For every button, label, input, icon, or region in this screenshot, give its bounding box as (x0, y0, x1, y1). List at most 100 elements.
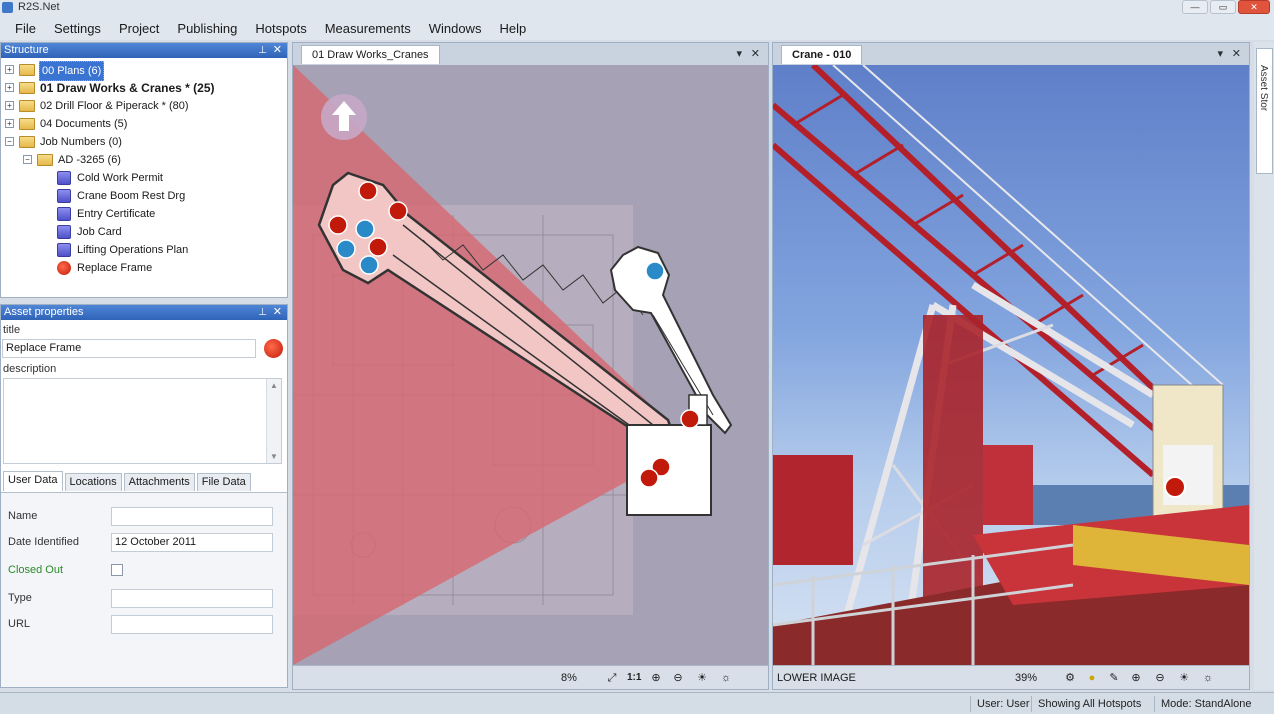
description-input[interactable]: ▲ ▼ (3, 378, 282, 464)
document-icon (57, 171, 71, 185)
tab-attachments[interactable]: Attachments (123, 473, 195, 491)
maximize-button[interactable]: ▭ (1210, 0, 1236, 14)
tree-item[interactable]: + 01 Draw Works & Cranes * (25) (1, 79, 287, 97)
zoom-in-icon[interactable]: ⊕ (1129, 672, 1143, 684)
brightness-up-icon[interactable]: ☀ (1177, 672, 1191, 684)
window-controls: — ▭ ✕ (1182, 0, 1270, 14)
tree-item-label: 02 Drill Floor & Piperack * (80) (40, 100, 189, 112)
expand-icon[interactable]: + (5, 101, 14, 110)
asset-properties-title: Asset properties (4, 306, 84, 318)
menu-help[interactable]: Help (490, 21, 535, 36)
status-mode: Mode: StandAlone (1154, 696, 1252, 712)
menu-project[interactable]: Project (110, 21, 168, 36)
properties-tabs: User Data Locations Attachments File Dat… (3, 471, 253, 491)
fit-icon[interactable]: ⤢ (605, 672, 619, 684)
tree-item[interactable]: + 00 Plans (6) (1, 61, 287, 81)
tab-user-data[interactable]: User Data (3, 471, 63, 491)
type-input[interactable] (111, 589, 273, 608)
date-identified-input[interactable]: 12 October 2011 (111, 533, 273, 552)
hotspot-icon[interactable] (264, 339, 283, 358)
close-icon[interactable]: ✕ (751, 47, 760, 60)
tree-item[interactable]: Cold Work Permit (1, 169, 287, 187)
title-bar: R2S.Net — ▭ ✕ (0, 0, 1274, 16)
scroll-down-icon[interactable]: ▼ (270, 452, 278, 461)
name-input[interactable] (111, 507, 273, 526)
tree-item[interactable]: + 02 Drill Floor & Piperack * (80) (1, 97, 287, 115)
structure-title: Structure (4, 44, 49, 56)
tree-item[interactable]: Entry Certificate (1, 205, 287, 223)
minimize-button[interactable]: — (1182, 0, 1208, 14)
folder-icon (19, 82, 35, 94)
plan-canvas[interactable] (293, 65, 768, 665)
measure-icon[interactable]: ✎ (1107, 672, 1121, 684)
tab-photo-view[interactable]: Crane - 010 (781, 45, 863, 64)
document-icon (57, 243, 71, 257)
north-arrow-icon[interactable] (321, 94, 367, 140)
status-user: User: User (970, 696, 1030, 712)
menu-measurements[interactable]: Measurements (316, 21, 420, 36)
expand-icon[interactable]: + (5, 119, 14, 128)
expand-icon[interactable]: + (5, 65, 14, 74)
zoom-out-icon[interactable]: ⊖ (1153, 672, 1167, 684)
expand-icon[interactable]: + (5, 83, 14, 92)
scrollbar[interactable]: ▲ ▼ (266, 379, 281, 463)
status-bar: User: User Showing All Hotspots Mode: St… (0, 692, 1274, 714)
menu-publishing[interactable]: Publishing (168, 21, 246, 36)
light-icon[interactable]: ● (1085, 672, 1099, 684)
tree-item[interactable]: + 04 Documents (5) (1, 115, 287, 133)
plan-drawing[interactable] (293, 65, 768, 665)
panorama-image[interactable] (773, 65, 1249, 665)
asset-properties-header: Asset properties ⊥ ✕ (1, 305, 287, 320)
certificate-icon (57, 207, 71, 221)
close-icon[interactable]: ✕ (1232, 47, 1241, 60)
actual-size-button[interactable]: 1:1 (627, 672, 641, 684)
tree-item[interactable]: Lifting Operations Plan (1, 241, 287, 259)
tree-item[interactable]: Crane Boom Rest Drg (1, 187, 287, 205)
tree-item[interactable]: Job Card (1, 223, 287, 241)
dropdown-icon[interactable]: ▾ (736, 47, 742, 60)
menu-hotspots[interactable]: Hotspots (246, 21, 315, 36)
close-icon[interactable]: ✕ (273, 305, 282, 320)
brightness-down-icon[interactable]: ☼ (719, 672, 733, 684)
menu-file[interactable]: File (6, 21, 45, 36)
zoom-out-icon[interactable]: ⊖ (671, 672, 685, 684)
tree-item[interactable]: − Job Numbers (0) (1, 133, 287, 151)
brightness-up-icon[interactable]: ☀ (695, 672, 709, 684)
scroll-up-icon[interactable]: ▲ (270, 381, 278, 390)
dropdown-icon[interactable]: ▾ (1217, 47, 1223, 60)
menu-settings[interactable]: Settings (45, 21, 110, 36)
zoom-in-icon[interactable]: ⊕ (649, 672, 663, 684)
collapse-icon[interactable]: − (5, 137, 14, 146)
hotspot-marker[interactable] (1164, 476, 1186, 498)
tree-item-label: Lifting Operations Plan (77, 244, 189, 256)
tree-item-label: Job Card (77, 226, 122, 238)
tree-item-label: 01 Draw Works & Cranes * (25) (40, 81, 215, 95)
right-dock-strip: Asset Stor (1254, 42, 1274, 690)
menu-windows[interactable]: Windows (420, 21, 491, 36)
status-hotspots: Showing All Hotspots (1031, 696, 1141, 712)
asset-properties-panel: Asset properties ⊥ ✕ title Replace Frame… (0, 304, 288, 688)
close-button[interactable]: ✕ (1238, 0, 1270, 14)
folder-icon (37, 154, 53, 166)
pin-icon[interactable]: ⊥ (258, 43, 267, 58)
collapse-icon[interactable]: − (23, 155, 32, 164)
tree-item[interactable]: Replace Frame (1, 259, 287, 277)
document-icon (57, 189, 71, 203)
brightness-down-icon[interactable]: ☼ (1201, 672, 1215, 684)
type-label: Type (8, 592, 32, 604)
tab-locations[interactable]: Locations (64, 473, 122, 491)
structure-panel: Structure ⊥ ✕ + 00 Plans (6) + 01 Draw W… (0, 42, 288, 298)
crane-photo[interactable] (773, 65, 1249, 665)
tab-asset-store[interactable]: Asset Stor (1256, 48, 1273, 174)
pin-icon[interactable]: ⊥ (258, 305, 267, 320)
closed-out-checkbox[interactable] (111, 564, 123, 576)
url-input[interactable] (111, 615, 273, 634)
title-input[interactable]: Replace Frame (2, 339, 256, 358)
folder-icon (19, 64, 35, 76)
hotspots-icon[interactable]: ⚙ (1063, 672, 1077, 684)
tree-item[interactable]: − AD -3265 (6) (1, 151, 287, 169)
close-icon[interactable]: ✕ (273, 43, 282, 58)
tab-file-data[interactable]: File Data (196, 473, 251, 491)
photo-view-panel: Crane - 010 ▾ ✕ LOWER IMAGE 39% ⚙ ● ✎ ⊕ … (772, 42, 1250, 690)
tab-plan-view[interactable]: 01 Draw Works_Cranes (301, 45, 440, 64)
